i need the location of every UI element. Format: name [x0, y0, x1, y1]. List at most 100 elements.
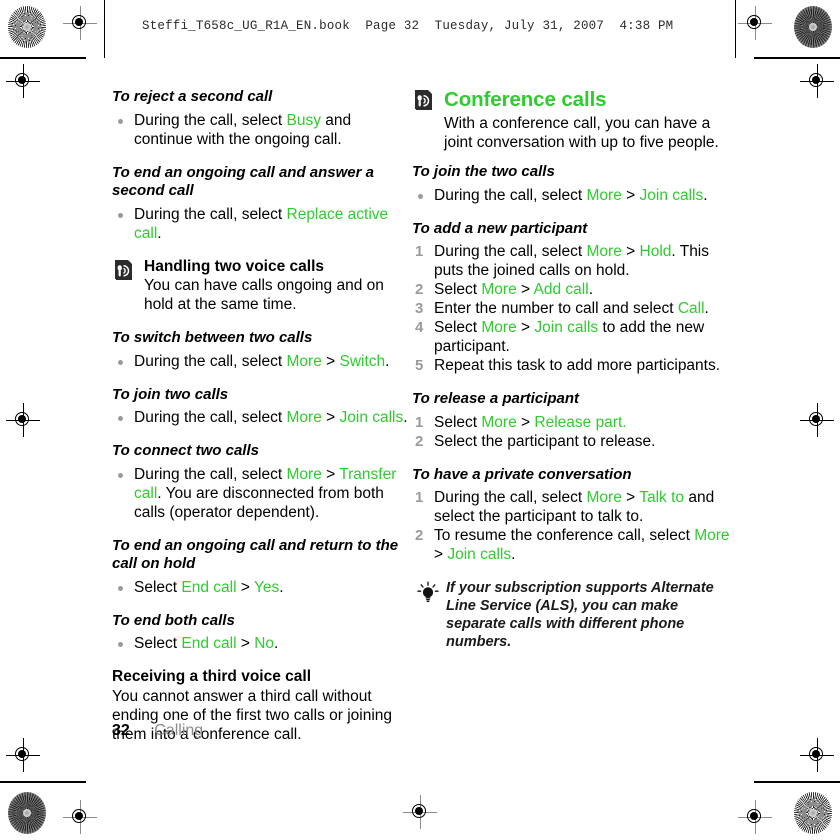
text-token: .	[385, 352, 390, 370]
footer-page-number: 32	[112, 722, 130, 739]
rich-text: During the call, select More > Join call…	[134, 409, 408, 426]
bullet-list: During the call, select More > Switch.	[112, 352, 412, 371]
task-heading: To have a private conversation	[412, 465, 632, 483]
menu-path-token: More	[586, 489, 622, 506]
list-item: During the call, select More > Hold. Thi…	[412, 242, 732, 280]
rich-text: Select More > Release part.	[434, 414, 627, 431]
rich-text: During the call, select More > Join call…	[434, 187, 708, 204]
numbered-list: Select More > Release part. Select the p…	[412, 413, 732, 451]
print-density-target-bottom-right	[794, 792, 832, 834]
list-item: Select the participant to release.	[412, 432, 732, 451]
phone-signal-icon	[412, 90, 434, 112]
text-token: .	[511, 546, 516, 563]
list-item: Select More > Release part.	[412, 413, 732, 432]
rich-text: During the call, select Busy and continu…	[134, 112, 351, 148]
text-token: .	[274, 635, 279, 652]
top-left-rule	[104, 0, 106, 58]
text-token: During the call, select	[134, 409, 287, 426]
handling-two-voice-calls-block: Handling two voice calls You can have ca…	[112, 258, 412, 315]
list-item: Select More > Add call.	[412, 280, 732, 299]
menu-path-token: More	[586, 186, 622, 204]
text-token: .	[588, 281, 593, 298]
text-token: >	[621, 489, 640, 506]
rich-text: During the call, select More > Hold. Thi…	[434, 243, 709, 279]
registration-mark-bottom-center	[403, 795, 437, 829]
menu-path-token: More	[481, 413, 517, 431]
text-token: >	[621, 186, 640, 204]
text-token: .	[703, 186, 708, 204]
menu-path-token: Call	[677, 300, 705, 317]
list-item: During the call, select Busy and continu…	[112, 111, 412, 149]
registration-mark-top-right	[738, 6, 772, 40]
rich-text: During the call, select More > Transfer …	[134, 466, 396, 521]
text-token: Enter the number to call and select	[434, 300, 678, 317]
rich-text: Select More > Join calls to add the new …	[434, 319, 704, 355]
rich-text: Select End call > Yes.	[134, 579, 284, 596]
list-item: During the call, select Replace active c…	[112, 205, 412, 243]
conference-calls-section: Conference calls With a conference call,…	[412, 88, 732, 152]
menu-path-token: End call	[181, 578, 237, 596]
numbered-list: During the call, select More > Talk to a…	[412, 488, 732, 564]
sub-heading: Receiving a third voice call	[112, 668, 311, 685]
menu-path-token: Hold	[639, 243, 672, 260]
text-token: During the call, select	[434, 186, 587, 204]
text-token: >	[621, 243, 640, 260]
body-paragraph: You can have calls ongoing and on hold a…	[144, 277, 384, 313]
text-token: .	[704, 300, 709, 317]
menu-path-token: Join calls	[339, 409, 404, 426]
menu-path-token: Talk to	[639, 489, 685, 506]
menu-path-token: End call	[181, 635, 237, 652]
text-token: >	[321, 352, 340, 370]
menu-path-token: More	[586, 243, 622, 260]
text-token: Select	[134, 578, 182, 596]
rich-text: Enter the number to call and select Call…	[434, 300, 709, 317]
lightbulb-tip-icon	[416, 581, 440, 605]
menu-path-token: Join calls	[447, 546, 512, 563]
list-item: During the call, select More > Talk to a…	[412, 488, 732, 526]
list-item: During the call, select More > Switch.	[112, 352, 412, 371]
menu-path-token: Busy	[286, 111, 321, 129]
rich-text: During the call, select Replace active c…	[134, 206, 388, 242]
text-token: Select	[434, 319, 482, 336]
list-item: To resume the conference call, select Mo…	[412, 526, 732, 564]
menu-path-token: Join calls	[534, 319, 599, 336]
text-token: During the call, select	[134, 352, 287, 370]
phone-signal-icon	[112, 259, 134, 282]
registration-mark-bottom-right	[738, 800, 772, 834]
footer-chapter: Calling	[154, 722, 204, 739]
rich-text: Repeat this task to add more participant…	[434, 357, 720, 374]
text-token: .	[279, 578, 284, 596]
text-token: Select	[134, 635, 182, 652]
menu-path-token: Yes	[253, 578, 280, 596]
text-token: During the call, select	[134, 465, 287, 483]
page-footer: 32 Calling	[112, 722, 203, 740]
text-token: >	[434, 546, 448, 563]
menu-path-token: More	[286, 409, 322, 426]
text-token: During the call, select	[434, 489, 587, 506]
bullet-list: Select End call > No.	[112, 634, 412, 653]
text-token: .	[157, 224, 162, 242]
rich-text: To resume the conference call, select Mo…	[434, 527, 730, 563]
list-item: Select More > Join calls to add the new …	[412, 318, 732, 356]
top-right-rule	[734, 0, 736, 58]
trim-line-bottom-right	[754, 781, 840, 783]
task-heading: To end both calls	[112, 611, 235, 629]
task-heading: To release a participant	[412, 390, 580, 407]
section-intro: With a conference call, you can have a j…	[444, 115, 719, 151]
text-token: To resume the conference call, select	[434, 527, 695, 544]
numbered-list: During the call, select More > Hold. Thi…	[412, 242, 732, 375]
tip-callout: If your subscription supports Alternate …	[412, 579, 732, 651]
text-token: >	[236, 635, 255, 652]
rich-text: During the call, select More > Talk to a…	[434, 489, 714, 525]
section-title: Conference calls	[444, 88, 607, 111]
print-density-target-top-right	[794, 6, 832, 48]
text-token: During the call, select	[134, 205, 287, 223]
list-item: Enter the number to call and select Call…	[412, 299, 732, 318]
text-token: >	[516, 319, 535, 336]
menu-path-token: More	[481, 281, 517, 298]
task-heading: To join two calls	[112, 385, 229, 403]
task-heading: To end an ongoing call and return to the…	[112, 536, 399, 573]
task-heading: To add a new participant	[412, 219, 588, 237]
trim-line-bottom-left	[0, 781, 86, 783]
text-token: >	[516, 413, 535, 431]
